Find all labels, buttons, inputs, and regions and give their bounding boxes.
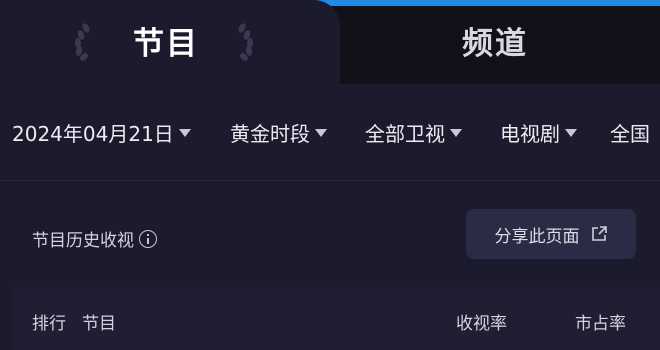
external-link-icon bbox=[591, 226, 607, 241]
caret-down-icon bbox=[565, 128, 577, 137]
column-rating[interactable]: 收视率 bbox=[456, 309, 507, 334]
filter-date-label: 2024年04月21日 bbox=[12, 122, 174, 146]
tab-bar: 节目 频道 bbox=[0, 0, 660, 84]
section-title: 节目历史收视 bbox=[32, 226, 157, 251]
laurel-left-icon bbox=[74, 23, 90, 61]
table-header: 排行 节目 收视率 市占率 bbox=[12, 287, 660, 350]
filter-date[interactable]: 2024年04月21日 bbox=[12, 118, 191, 147]
column-share[interactable]: 市占率 bbox=[575, 309, 626, 334]
filter-region-label: 全国 bbox=[610, 122, 650, 146]
info-icon[interactable] bbox=[139, 229, 157, 248]
share-page-button[interactable]: 分享此页面 bbox=[466, 209, 636, 259]
tab-channel[interactable]: 频道 bbox=[462, 18, 528, 63]
filter-timeslot-label: 黄金时段 bbox=[230, 122, 310, 146]
laurel-right-icon bbox=[238, 23, 254, 61]
column-program: 节目 bbox=[82, 314, 116, 334]
caret-down-icon bbox=[178, 128, 191, 137]
filter-genre[interactable]: 电视剧 bbox=[500, 118, 577, 147]
filter-region[interactable]: 全国 bbox=[610, 118, 650, 147]
share-page-label: 分享此页面 bbox=[494, 226, 580, 247]
caret-down-icon bbox=[315, 128, 327, 137]
column-rank: 排行 bbox=[32, 314, 66, 334]
filter-channel-group[interactable]: 全部卫视 bbox=[365, 118, 462, 147]
caret-down-icon bbox=[450, 128, 462, 137]
divider bbox=[0, 180, 660, 181]
filter-genre-label: 电视剧 bbox=[500, 122, 560, 146]
tab-program[interactable]: 节目 bbox=[133, 18, 199, 63]
filter-timeslot[interactable]: 黄金时段 bbox=[230, 118, 327, 147]
section-title-text: 节目历史收视 bbox=[32, 231, 134, 251]
filter-channel-group-label: 全部卫视 bbox=[365, 122, 445, 146]
filter-bar: 2024年04月21日 黄金时段 全部卫视 电视剧 全国 bbox=[0, 84, 660, 180]
